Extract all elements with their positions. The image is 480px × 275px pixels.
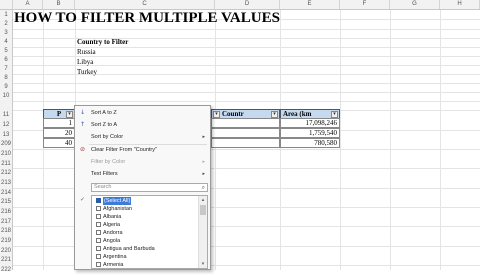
- scrollbar-thumb[interactable]: [200, 205, 206, 215]
- filter-value-list[interactable]: (Select All) Afghanistan Albania Algeria…: [91, 195, 208, 269]
- gridline: [13, 29, 480, 30]
- submenu-arrow-icon: ▸: [202, 134, 205, 140]
- checkbox[interactable]: [96, 246, 101, 251]
- table-cell[interactable]: 40: [43, 138, 75, 148]
- table-header-label: P: [56, 110, 62, 118]
- list-item-label: Afghanistan: [103, 206, 133, 212]
- row-header[interactable]: 218: [0, 226, 12, 236]
- gridline: [440, 10, 441, 270]
- criteria-value[interactable]: Turkey: [77, 68, 97, 76]
- column-header-d[interactable]: D: [215, 0, 280, 9]
- table-cell[interactable]: 780,580: [280, 138, 340, 148]
- list-item-label: Antigua and Barbuda: [103, 246, 155, 252]
- table-cell[interactable]: [211, 128, 280, 138]
- table-header-label: Area (km: [283, 110, 312, 118]
- list-scrollbar[interactable]: ▴ ▾: [198, 196, 207, 268]
- search-input[interactable]: Search ⌕: [91, 183, 208, 192]
- column-header-h[interactable]: H: [440, 0, 480, 9]
- menu-item-clear-filter[interactable]: Clear Filter From "Country": [91, 147, 157, 153]
- checkbox[interactable]: [96, 222, 101, 227]
- row-header[interactable]: 219: [0, 236, 12, 246]
- checkbox[interactable]: [96, 206, 101, 211]
- row-header[interactable]: 12: [0, 120, 12, 130]
- submenu-arrow-icon: ▸: [202, 159, 205, 165]
- checkbox[interactable]: [96, 254, 101, 259]
- column-header-b[interactable]: B: [43, 0, 75, 9]
- checkmark-icon: ✓: [79, 196, 86, 203]
- column-header-a[interactable]: A: [13, 0, 43, 9]
- row-header[interactable]: 216: [0, 207, 12, 217]
- row-header-bar: 1 2 3 4 5 6 7 8 9 10 11 12 13 209 210 21…: [0, 10, 13, 273]
- table-cell[interactable]: 20: [43, 128, 75, 138]
- filter-dropdown-button[interactable]: ▾: [331, 111, 338, 118]
- gridline: [340, 10, 341, 270]
- filter-dropdown-button[interactable]: ▾: [213, 111, 220, 118]
- gridline: [390, 10, 391, 270]
- row-header[interactable]: 11: [0, 110, 12, 120]
- menu-item-sort-za[interactable]: Sort Z to A: [91, 122, 117, 128]
- menu-separator: [89, 144, 207, 145]
- select-all-corner[interactable]: [0, 0, 13, 9]
- checkbox[interactable]: [96, 230, 101, 235]
- sort-za-icon: ↑: [79, 121, 86, 128]
- column-header-g[interactable]: G: [390, 0, 440, 9]
- row-header[interactable]: 10: [0, 91, 12, 101]
- gridline: [13, 56, 480, 57]
- column-header-c[interactable]: C: [75, 0, 215, 9]
- row-header[interactable]: 213: [0, 178, 12, 188]
- table-cell[interactable]: [211, 138, 280, 148]
- row-header[interactable]: 222: [0, 265, 12, 275]
- menu-item-sort-az[interactable]: Sort A to Z: [91, 110, 117, 116]
- list-item-label: Algeria: [103, 222, 121, 228]
- menu-item-sort-by-color[interactable]: Sort by Color: [91, 134, 123, 140]
- search-placeholder: Search: [94, 184, 112, 190]
- column-header-e[interactable]: E: [280, 0, 340, 9]
- list-item-label: Andorra: [103, 230, 123, 236]
- row-header[interactable]: 221: [0, 255, 12, 265]
- scroll-up-icon[interactable]: ▴: [199, 196, 207, 204]
- list-item-label: (Select All): [103, 197, 132, 205]
- checkbox[interactable]: [96, 238, 101, 243]
- row-header[interactable]: 210: [0, 149, 12, 159]
- clear-filter-icon: ⊘: [79, 146, 86, 153]
- gridline: [13, 101, 480, 102]
- criteria-heading[interactable]: Country to Filter: [77, 38, 128, 46]
- list-item-label: Angola: [103, 238, 121, 244]
- column-header-bar: A B C D E F G H: [0, 0, 480, 10]
- criteria-value[interactable]: Libya: [77, 58, 93, 66]
- checkbox[interactable]: [96, 214, 101, 219]
- filter-dropdown-button[interactable]: ▾: [271, 111, 278, 118]
- list-item-label: Albania: [103, 214, 122, 220]
- sheet-title[interactable]: HOW TO FILTER MULTIPLE VALUES: [14, 10, 280, 27]
- filter-menu: ↓ Sort A to Z ↑ Sort Z to A Sort by Colo…: [74, 105, 211, 270]
- menu-item-filter-by-color[interactable]: Filter by Color: [91, 159, 125, 165]
- table-cell[interactable]: 17,098,246: [280, 118, 340, 128]
- table-cell[interactable]: 1: [43, 118, 75, 128]
- list-item-label: Argentina: [103, 254, 127, 260]
- table-cell[interactable]: 1,759,540: [280, 128, 340, 138]
- table-cell[interactable]: [211, 118, 280, 128]
- gridline: [13, 92, 480, 93]
- sort-az-icon: ↓: [79, 109, 86, 116]
- gridline: [13, 83, 480, 84]
- row-header[interactable]: 215: [0, 197, 12, 207]
- checkbox[interactable]: [96, 262, 101, 267]
- criteria-value[interactable]: Russia: [77, 48, 96, 56]
- list-item-label: Armenia: [103, 262, 124, 268]
- checkbox[interactable]: [96, 198, 101, 203]
- column-header-f[interactable]: F: [340, 0, 390, 9]
- search-icon: ⌕: [201, 184, 205, 191]
- submenu-arrow-icon: ▸: [202, 171, 205, 177]
- row-header[interactable]: 209: [0, 139, 12, 149]
- filter-dropdown-button[interactable]: ▾: [66, 111, 73, 118]
- menu-item-text-filters[interactable]: Text Filters: [91, 171, 118, 177]
- row-header[interactable]: 212: [0, 168, 12, 178]
- scroll-down-icon[interactable]: ▾: [199, 260, 207, 268]
